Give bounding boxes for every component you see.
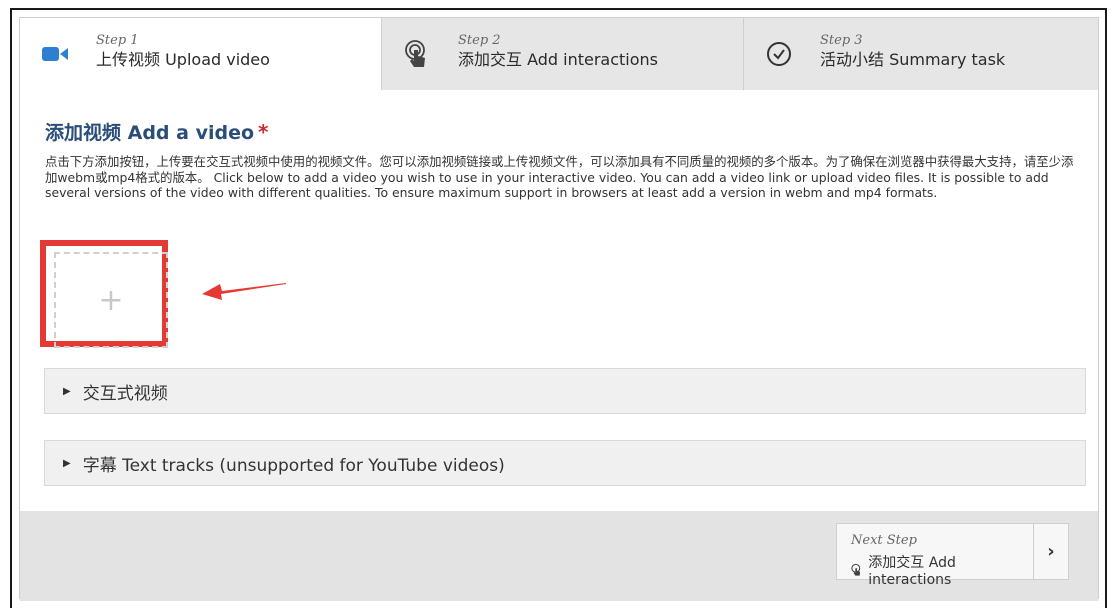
step-number: Step 3 (820, 33, 863, 48)
step-number: Step 2 (458, 33, 501, 48)
chevron-right-icon: › (1033, 524, 1068, 579)
step-label: 上传视频 Upload video (96, 50, 270, 69)
touch-icon (402, 39, 432, 69)
tab-step-upload-video[interactable]: Step 1 上传视频 Upload video (20, 18, 382, 90)
step-label: 添加交互 Add interactions (458, 50, 659, 69)
editor-panel: Step 1 上传视频 Upload video Step 2 添加交互 Add… (19, 17, 1099, 601)
add-video-button[interactable]: + (54, 252, 168, 348)
accordion-label: 交互式视频 (82, 383, 168, 404)
step-label: 活动小结 Summary task (820, 50, 1006, 69)
next-step-label: Next Step (851, 533, 917, 548)
steps-bar: Step 1 上传视频 Upload video Step 2 添加交互 Add… (20, 18, 1098, 90)
check-circle-icon (764, 39, 794, 69)
section-title: 添加视频 Add a video * (45, 118, 268, 145)
caret-right-icon: ▶ (63, 385, 71, 397)
footer-bar: Next Step 添加交互 Add interactions › (20, 511, 1098, 601)
section-title-text: 添加视频 Add a video (45, 122, 255, 144)
next-step-button[interactable]: Next Step 添加交互 Add interactions › (836, 523, 1069, 588)
video-camera-icon (40, 39, 70, 69)
arrow-annotation-icon (200, 280, 290, 308)
accordion-text-tracks[interactable]: ▶ 字幕 Text tracks (unsupported for YouTub… (44, 440, 1086, 486)
touch-icon (851, 563, 861, 576)
section-description: 点击下方添加按钮，上传要在交互式视频中使用的视频文件。您可以添加视频链接或上传视… (45, 154, 1074, 200)
accordion-label: 字幕 Text tracks (unsupported for YouTube … (82, 455, 505, 476)
next-step-name: 添加交互 Add interactions (868, 555, 956, 588)
caret-right-icon: ▶ (63, 457, 71, 469)
step-number: Step 1 (96, 33, 139, 48)
tab-step-add-interactions[interactable]: Step 2 添加交互 Add interactions (382, 18, 744, 90)
tab-step-summary-task[interactable]: Step 3 活动小结 Summary task (744, 18, 1098, 90)
accordion-interactive-video[interactable]: ▶ 交互式视频 (44, 368, 1086, 414)
required-mark: * (258, 120, 269, 144)
